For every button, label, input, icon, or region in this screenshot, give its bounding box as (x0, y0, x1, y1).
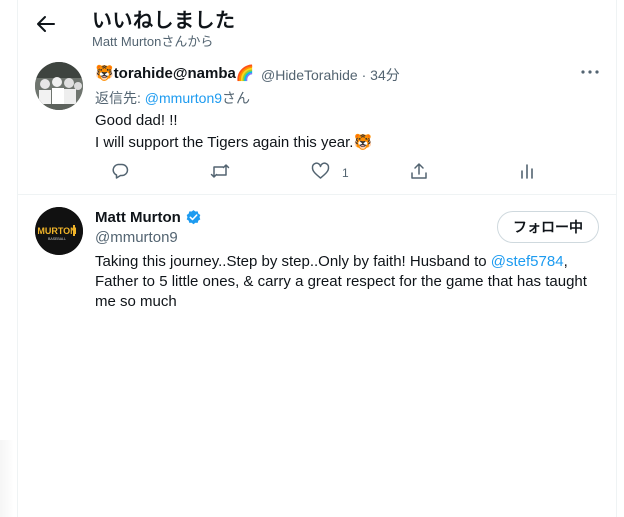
left-edge-shadow (0, 440, 14, 517)
user-name-row[interactable]: Matt Murton (95, 209, 202, 226)
bio-mention-link[interactable]: @stef5784 (491, 253, 564, 270)
reply-context: 返信先: @mmurton9さん (95, 88, 250, 108)
page-subtitle: Matt Murtonさんから (92, 34, 214, 49)
reply-suffix: さん (222, 90, 251, 106)
more-options-icon[interactable] (578, 62, 602, 82)
heart-icon (311, 162, 330, 185)
user-card[interactable]: MURTON BASEBALL Matt Murton @mmurton9 フォ… (18, 195, 616, 325)
likes-page: いいねしました Matt Murtonさんから 🐯torahide@namba🌈… (17, 0, 617, 517)
page-header: いいねしました Matt Murtonさんから (18, 0, 616, 52)
reply-to-link[interactable]: @mmurton9 (145, 90, 222, 106)
tweet-text-line: Good dad! !! (95, 112, 178, 129)
like-count: 1 (342, 166, 349, 180)
reply-button[interactable] (111, 162, 129, 184)
tweet-timestamp[interactable]: 34分 (370, 67, 400, 83)
following-button[interactable]: フォロー中 (497, 211, 599, 243)
user-bio: Taking this journey..Step by step..Only … (95, 252, 595, 312)
user-name: Matt Murton (95, 209, 181, 226)
tweet-author-meta: @HideTorahide · 34分 (261, 65, 400, 85)
page-title: いいねしました (92, 10, 236, 32)
share-icon (410, 162, 428, 185)
like-button[interactable]: 1 (311, 162, 349, 184)
share-button[interactable] (410, 162, 428, 184)
meta-separator: · (361, 67, 367, 83)
liked-tweet[interactable]: 🐯torahide@namba🌈 @HideTorahide · 34分 返信先… (18, 52, 616, 195)
tweet-actions: 1 (95, 162, 575, 186)
retweet-icon (210, 162, 230, 185)
analytics-icon (519, 162, 535, 185)
avatar-logo-subtext: BASEBALL (48, 237, 66, 241)
tweet-author-handle[interactable]: @HideTorahide (261, 67, 358, 83)
user-avatar[interactable]: MURTON BASEBALL (35, 207, 83, 255)
avatar-logo-text: MURTON (37, 226, 76, 236)
tweet-text-line: I will support the Tigers again this yea… (95, 134, 373, 151)
tweet-author-name[interactable]: 🐯torahide@namba🌈 (95, 64, 255, 82)
back-arrow-icon[interactable] (36, 12, 56, 36)
reply-icon (111, 162, 129, 185)
tweet-text: Good dad! !! I will support the Tigers a… (95, 110, 595, 154)
analytics-button[interactable] (519, 162, 535, 184)
verified-badge-icon (185, 209, 202, 226)
reply-prefix: 返信先: (95, 90, 145, 106)
user-handle: @mmurton9 (95, 229, 178, 246)
retweet-button[interactable] (210, 162, 230, 184)
bio-text: Taking this journey..Step by step..Only … (95, 253, 491, 270)
tweet-author-avatar[interactable] (35, 62, 83, 110)
